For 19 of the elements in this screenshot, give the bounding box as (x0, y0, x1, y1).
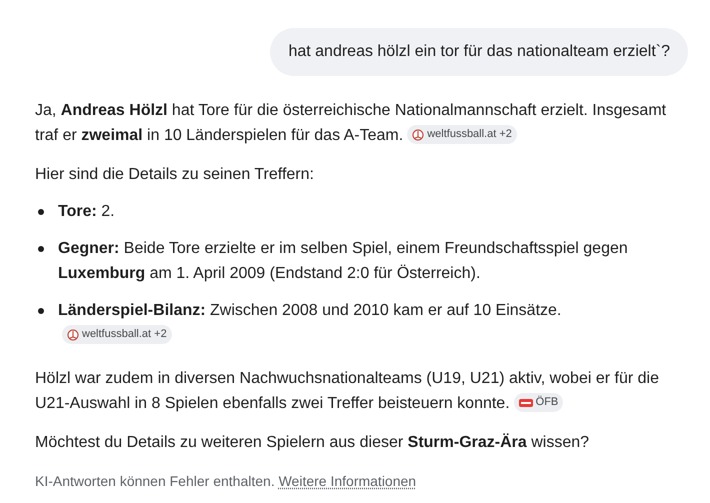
bullet-text: Gegner: Beide Tore erzielte er im selben Spiel, einem Freundschaftsspiel gegen Luxemburg am 1. April 2009 (Endstand 2:0 für Österreich). (58, 240, 628, 282)
disclaimer-text: KI-Antworten können Fehler enthalten. (35, 473, 275, 489)
source-chip[interactable]: ÖFB (514, 393, 564, 412)
ball-icon (67, 328, 79, 341)
user-message: hat andreas hölzl ein tor für das nationalteam erzielt`? (270, 28, 688, 76)
bullet-icon (38, 246, 44, 252)
answer-paragraph: Möchtest du Details zu weiteren Spielern aus dieser Sturm-Graz-Ära wissen? (35, 434, 590, 451)
bullet-icon (38, 209, 44, 215)
source-chip[interactable]: weltfussball.at +2 (62, 325, 172, 344)
answer-paragraph: Hier sind die Details zu seinen Treffern: (35, 166, 314, 183)
bullet-text: Länderspiel-Bilanz: Zwischen 2008 und 2010 kam er auf 10 Einsätze. (58, 302, 562, 319)
more-info-link[interactable]: Weitere Informationen (278, 473, 416, 489)
ball-icon (412, 128, 424, 141)
flag-icon (518, 398, 533, 407)
bullet-text: Tore: 2. (58, 203, 115, 220)
answer-paragraph: Hölzl war zudem in diversen Nachwuchsnationalteams (U19, U21) aktiv, wobei er für die U21-Auswahl in 8 Spielen ebenfalls zwei Treffer beisteuern konnte. ÖFB (35, 369, 660, 414)
source-chip[interactable]: weltfussball.at +2 (407, 125, 517, 144)
answer-paragraph: Ja, Andreas Hölzl hat Tore für die österreichische Nationalmannschaft erzielt. Insgesamt traf er zweimal in 10 Länderspielen für das A-Team. weltfussball.at +2 (35, 101, 668, 146)
bullet-icon (38, 308, 44, 314)
